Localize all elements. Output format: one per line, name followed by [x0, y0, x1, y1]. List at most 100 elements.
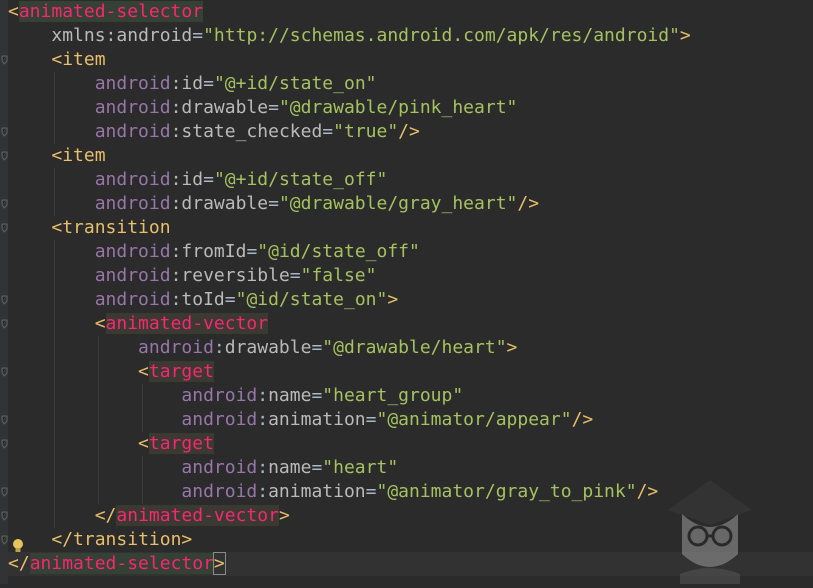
- indent-guide: [142, 456, 143, 480]
- code-line[interactable]: android:drawable="@drawable/pink_heart": [8, 96, 813, 120]
- code-token: fromId: [181, 241, 247, 262]
- indent-guide: [54, 168, 55, 192]
- code-line[interactable]: android:drawable="@drawable/gray_heart"/…: [8, 192, 813, 216]
- code-token: "@+id/state_off": [213, 169, 388, 190]
- code-token: item: [62, 49, 106, 70]
- code-token: reversible: [181, 265, 290, 286]
- code-token: :: [170, 241, 182, 262]
- code-line[interactable]: <transition: [8, 216, 813, 240]
- indent-guide: [142, 408, 143, 432]
- code-token: =: [203, 73, 214, 94]
- code-token: android: [181, 481, 258, 502]
- code-line[interactable]: android:reversible="false": [8, 264, 813, 288]
- code-line[interactable]: android:toId="@id/state_on">: [8, 288, 813, 312]
- code-token: </: [8, 553, 30, 574]
- code-line[interactable]: android:fromId="@id/state_off": [8, 240, 813, 264]
- code-token: "@drawable/pink_heart": [278, 97, 518, 118]
- code-line[interactable]: android:id="@+id/state_on": [8, 72, 813, 96]
- code-token: "heart": [322, 457, 399, 478]
- code-token: <: [8, 1, 19, 22]
- code-token: >: [506, 337, 518, 358]
- code-line[interactable]: android:state_checked="true"/>: [8, 120, 813, 144]
- code-token: >: [212, 552, 226, 575]
- code-token: drawable: [181, 97, 269, 118]
- fold-marker-icon[interactable]: [1, 319, 8, 329]
- code-token: transition: [62, 217, 171, 238]
- fold-marker-icon[interactable]: [1, 367, 8, 377]
- code-token: <: [138, 433, 149, 454]
- indent-guide: [98, 456, 99, 480]
- indent-guide: [54, 192, 55, 216]
- code-token: android: [94, 193, 171, 214]
- code-line[interactable]: android:animation="@animator/appear"/>: [8, 408, 813, 432]
- code-line[interactable]: <item: [8, 48, 813, 72]
- code-token: animated-selector: [18, 1, 204, 22]
- code-token: android: [94, 97, 171, 118]
- code-token: "@id/state_off": [257, 241, 420, 262]
- code-token: :: [105, 25, 117, 46]
- code-line[interactable]: android:name="heart_group": [8, 384, 813, 408]
- code-token: "true": [333, 121, 399, 142]
- indent-guide: [98, 408, 99, 432]
- fold-marker-icon[interactable]: [1, 439, 8, 449]
- indent-guide: [54, 240, 55, 264]
- code-token: :: [170, 121, 182, 142]
- fold-marker-icon[interactable]: [1, 511, 8, 521]
- indent-guide: [54, 384, 55, 408]
- fold-marker-icon[interactable]: [1, 415, 8, 425]
- code-token: animated-vector: [105, 313, 269, 334]
- code-token: "heart_group": [322, 385, 464, 406]
- fold-marker-icon[interactable]: [1, 223, 8, 233]
- indent-guide: [54, 96, 55, 120]
- code-line[interactable]: android:id="@+id/state_off": [8, 168, 813, 192]
- code-token: drawable: [224, 337, 312, 358]
- code-token: :: [170, 289, 182, 310]
- code-token: =: [311, 385, 323, 406]
- fold-marker-icon[interactable]: [1, 535, 8, 545]
- code-token: />: [517, 193, 540, 214]
- code-token: transition: [73, 529, 182, 550]
- code-line[interactable]: <target: [8, 360, 813, 384]
- code-line[interactable]: android:drawable="@drawable/heart">: [8, 336, 813, 360]
- avatar-watermark: [650, 470, 770, 584]
- code-token: =: [192, 25, 204, 46]
- code-token: />: [571, 409, 594, 430]
- code-token: =: [246, 241, 258, 262]
- fold-marker-icon[interactable]: [1, 199, 8, 209]
- code-token: =: [203, 169, 214, 190]
- code-token: :: [213, 337, 225, 358]
- code-line[interactable]: <target: [8, 432, 813, 456]
- fold-marker-icon[interactable]: [1, 55, 8, 65]
- code-token: =: [311, 337, 323, 358]
- code-token: android: [181, 457, 258, 478]
- code-token: target: [148, 433, 214, 454]
- code-line[interactable]: xmlns:android="http://schemas.android.co…: [8, 24, 813, 48]
- code-token: </: [94, 505, 117, 526]
- code-token: animated-vector: [116, 505, 279, 526]
- fold-marker-icon[interactable]: [1, 295, 8, 305]
- code-line[interactable]: <item: [8, 144, 813, 168]
- code-token: "@id/state_on": [235, 289, 388, 310]
- code-token: "@animator/gray_to_pink": [376, 481, 637, 502]
- code-token: <: [138, 361, 149, 382]
- fold-marker-icon[interactable]: [1, 127, 8, 137]
- fold-marker-icon[interactable]: [1, 151, 8, 161]
- code-line[interactable]: <animated-selector: [8, 0, 813, 24]
- fold-marker-icon[interactable]: [1, 487, 8, 497]
- code-token: animated-selector: [29, 553, 214, 574]
- code-token: >: [181, 529, 193, 550]
- lightbulb-icon[interactable]: [12, 538, 24, 554]
- code-token: name: [268, 457, 312, 478]
- code-line[interactable]: <animated-vector: [8, 312, 813, 336]
- code-token: drawable: [181, 193, 269, 214]
- code-token: id: [181, 169, 204, 190]
